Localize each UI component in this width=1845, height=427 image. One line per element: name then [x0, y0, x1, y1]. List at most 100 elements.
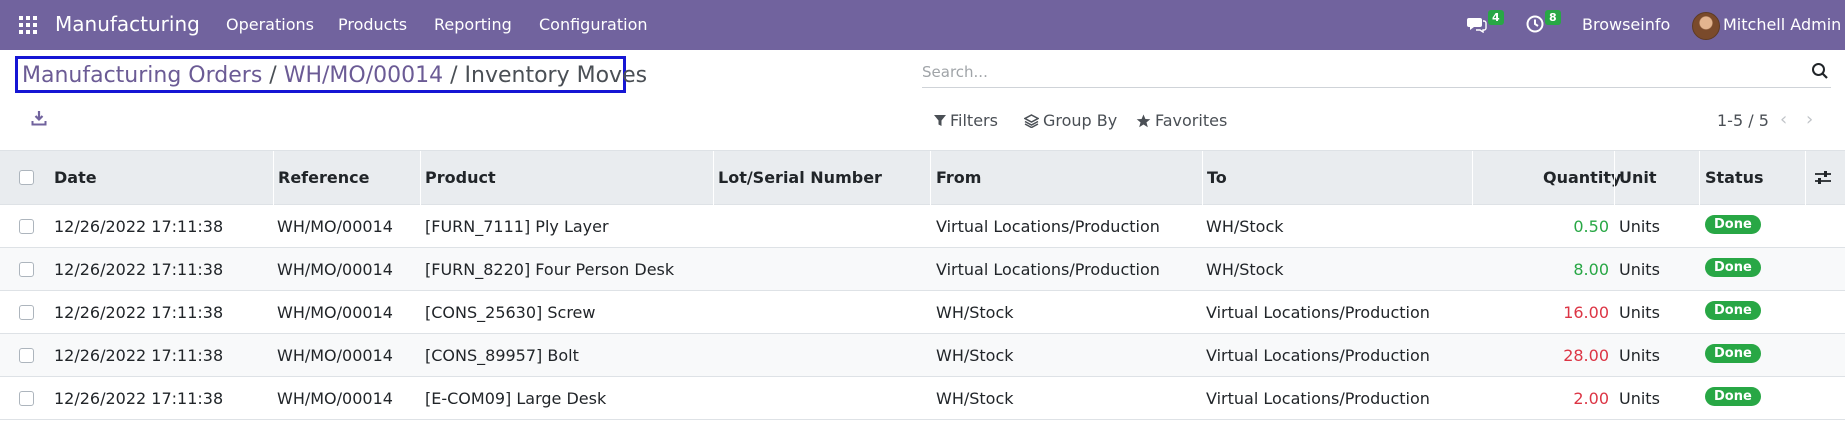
user-menu[interactable]: Mitchell Admin — [1723, 15, 1841, 34]
breadcrumb: Manufacturing Orders / WH/MO/00014/Invento… — [15, 56, 647, 93]
cell-reference: WH/MO/00014 — [277, 346, 393, 365]
column-header-unit[interactable]: Unit — [1619, 168, 1657, 187]
cell-to: Virtual Locations/Production — [1206, 389, 1430, 408]
group-by-button[interactable]: Group By — [1024, 111, 1117, 130]
breadcrumb-current-page: Inventory Moves — [464, 63, 648, 88]
cell-unit: Units — [1619, 346, 1660, 365]
breadcrumb-manufacturing-orders[interactable]: Manufacturing Orders — [22, 63, 262, 88]
row-checkbox[interactable] — [19, 219, 34, 234]
breadcrumb-mo-reference[interactable]: WH/MO/00014 — [284, 63, 443, 88]
status-badge: Done — [1705, 301, 1761, 320]
cell-product: [E-COM09] Large Desk — [425, 389, 607, 408]
pager-next-icon[interactable]: › — [1806, 109, 1813, 130]
cell-to: Virtual Locations/Production — [1206, 303, 1430, 322]
cell-reference: WH/MO/00014 — [277, 389, 393, 408]
cell-reference: WH/MO/00014 — [277, 303, 393, 322]
column-header-lot[interactable]: Lot/Serial Number — [718, 168, 882, 187]
filters-button[interactable]: Filters — [934, 111, 998, 130]
column-divider — [1202, 151, 1203, 206]
optional-columns-icon[interactable] — [1814, 170, 1832, 186]
cell-unit: Units — [1619, 217, 1660, 236]
cell-date: 12/26/2022 17:11:38 — [54, 260, 224, 279]
column-header-status[interactable]: Status — [1705, 168, 1764, 187]
download-icon[interactable] — [31, 110, 47, 126]
cell-unit: Units — [1619, 260, 1660, 279]
cell-to: Virtual Locations/Production — [1206, 346, 1430, 365]
favorites-button[interactable]: Favorites — [1136, 111, 1227, 130]
row-checkbox[interactable] — [19, 391, 34, 406]
column-header-date[interactable]: Date — [54, 168, 97, 187]
activities-count-badge: 8 — [1545, 10, 1561, 25]
cell-date: 12/26/2022 17:11:38 — [54, 217, 224, 236]
group-by-label: Group By — [1043, 111, 1118, 130]
column-header-product[interactable]: Product — [425, 168, 496, 187]
menu-products[interactable]: Products — [338, 15, 407, 34]
table-row[interactable]: 12/26/2022 17:11:38 WH/MO/00014 [FURN_71… — [0, 205, 1845, 248]
messages-icon[interactable] — [1467, 15, 1487, 33]
row-checkbox[interactable] — [19, 262, 34, 277]
cell-from: Virtual Locations/Production — [936, 260, 1160, 279]
column-header-from[interactable]: From — [936, 168, 981, 187]
cell-quantity: 2.00 — [1573, 389, 1609, 408]
column-divider — [713, 151, 714, 206]
pager-value[interactable]: 1-5 / 5 — [1717, 111, 1769, 130]
table-row[interactable]: 12/26/2022 17:11:38 WH/MO/00014 [CONS_25… — [0, 291, 1845, 334]
cell-reference: WH/MO/00014 — [277, 217, 393, 236]
cell-from: WH/Stock — [936, 303, 1014, 322]
breadcrumb-separator: / — [450, 63, 458, 88]
table-row[interactable]: 12/26/2022 17:11:38 WH/MO/00014 [E-COM09… — [0, 377, 1845, 420]
menu-reporting[interactable]: Reporting — [434, 15, 512, 34]
cell-quantity: 16.00 — [1563, 303, 1609, 322]
cell-product: [CONS_25630] Screw — [425, 303, 596, 322]
pager-previous-icon[interactable]: ‹ — [1780, 109, 1787, 130]
cell-reference: WH/MO/00014 — [277, 260, 393, 279]
status-badge: Done — [1705, 344, 1761, 363]
cell-quantity: 8.00 — [1573, 260, 1609, 279]
user-avatar[interactable] — [1692, 12, 1720, 40]
column-divider — [930, 151, 931, 206]
table-row[interactable]: 12/26/2022 17:11:38 WH/MO/00014 [FURN_82… — [0, 248, 1845, 291]
column-divider — [1699, 151, 1700, 206]
favorites-label: Favorites — [1155, 111, 1228, 130]
row-checkbox[interactable] — [19, 348, 34, 363]
apps-menu-icon[interactable] — [19, 16, 37, 34]
activities-clock-icon[interactable] — [1526, 15, 1544, 33]
column-divider — [273, 151, 274, 206]
filter-icon — [934, 114, 946, 126]
layers-icon — [1024, 113, 1039, 128]
app-name[interactable]: Manufacturing — [55, 12, 200, 36]
row-checkbox[interactable] — [19, 305, 34, 320]
cell-to: WH/Stock — [1206, 217, 1284, 236]
cell-product: [CONS_89957] Bolt — [425, 346, 579, 365]
cell-from: WH/Stock — [936, 389, 1014, 408]
column-header-to[interactable]: To — [1207, 168, 1227, 187]
table-row[interactable]: 12/26/2022 17:11:38 WH/MO/00014 [CONS_89… — [0, 334, 1845, 377]
menu-operations[interactable]: Operations — [226, 15, 314, 34]
cell-product: [FURN_8220] Four Person Desk — [425, 260, 675, 279]
column-divider — [1472, 151, 1473, 206]
cell-quantity: 0.50 — [1573, 217, 1609, 236]
star-icon — [1136, 114, 1151, 127]
messages-count-badge: 4 — [1488, 10, 1504, 25]
cell-product: [FURN_7111] Ply Layer — [425, 217, 609, 236]
search-bar — [922, 58, 1831, 88]
column-divider — [1805, 151, 1806, 206]
status-badge: Done — [1705, 258, 1761, 277]
column-divider — [420, 151, 421, 206]
filters-label: Filters — [950, 111, 998, 130]
menu-configuration[interactable]: Configuration — [539, 15, 648, 34]
table-header: Date Reference Product Lot/Serial Number… — [0, 150, 1845, 206]
cell-date: 12/26/2022 17:11:38 — [54, 303, 224, 322]
breadcrumb-separator: / — [269, 63, 277, 88]
cell-from: Virtual Locations/Production — [936, 217, 1160, 236]
search-icon[interactable] — [1811, 62, 1829, 80]
cell-from: WH/Stock — [936, 346, 1014, 365]
search-input[interactable] — [922, 58, 1782, 86]
select-all-checkbox[interactable] — [19, 170, 34, 185]
company-switcher[interactable]: Browseinfo — [1582, 15, 1670, 34]
column-header-reference[interactable]: Reference — [278, 168, 369, 187]
status-badge: Done — [1705, 387, 1761, 406]
top-navbar: Manufacturing Operations Products Report… — [0, 0, 1845, 50]
column-header-quantity[interactable]: Quantity — [1543, 168, 1621, 187]
cell-date: 12/26/2022 17:11:38 — [54, 346, 224, 365]
